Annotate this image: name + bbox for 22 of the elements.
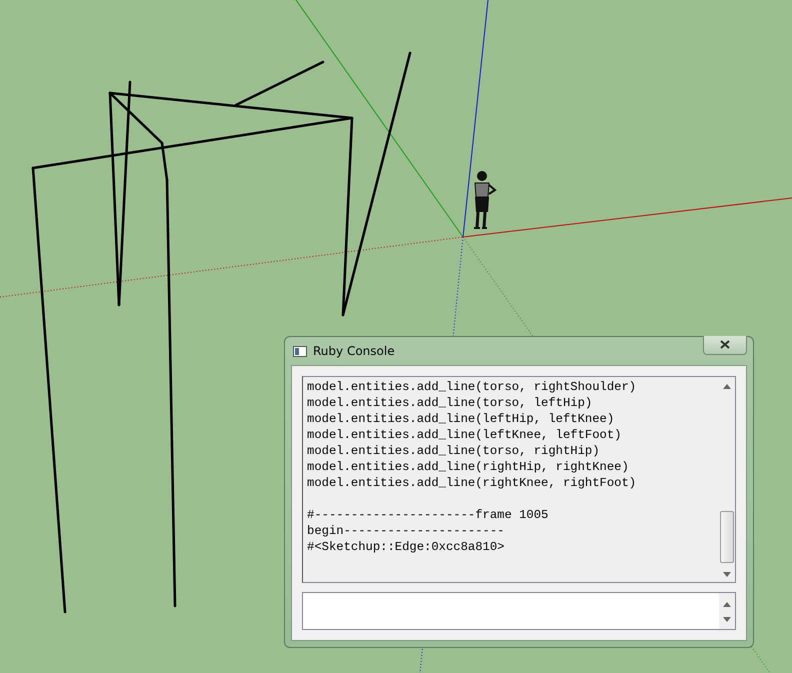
person-figure-drawing bbox=[473, 171, 497, 230]
output-line: model.entities.add_line(torso, leftHip) bbox=[307, 395, 594, 411]
close-button[interactable] bbox=[703, 336, 747, 354]
output-line: #<Sketchup::Edge:0xcc8a810> bbox=[307, 539, 506, 555]
close-icon bbox=[720, 340, 730, 349]
output-line: #----------------------frame 1005 bbox=[307, 507, 550, 523]
scroll-down-icon[interactable] bbox=[723, 572, 731, 577]
output-line: model.entities.add_line(leftKnee, leftFoot) bbox=[307, 427, 622, 443]
output-line: model.entities.add_line(rightKnee, rightFoot) bbox=[307, 475, 638, 491]
window-title: Ruby Console bbox=[313, 344, 396, 358]
output-line: begin---------------------- bbox=[307, 523, 506, 539]
scroll-thumb[interactable] bbox=[720, 511, 734, 563]
output-line: model.entities.add_line(rightHip, rightKnee) bbox=[307, 459, 630, 475]
scroll-up-icon[interactable] bbox=[723, 602, 731, 607]
window-icon bbox=[293, 346, 307, 356]
output-line: model.entities.add_line(leftHip, leftKnee) bbox=[307, 411, 616, 427]
scrollbar[interactable] bbox=[719, 593, 735, 629]
output-line: model.entities.add_line(torso, rightShoulder) bbox=[307, 379, 638, 395]
command-input-field[interactable] bbox=[302, 592, 736, 630]
scroll-down-icon[interactable] bbox=[723, 617, 731, 622]
output-line: model.entities.add_line(torso, rightHip) bbox=[307, 443, 601, 459]
scroll-up-icon[interactable] bbox=[723, 384, 731, 389]
